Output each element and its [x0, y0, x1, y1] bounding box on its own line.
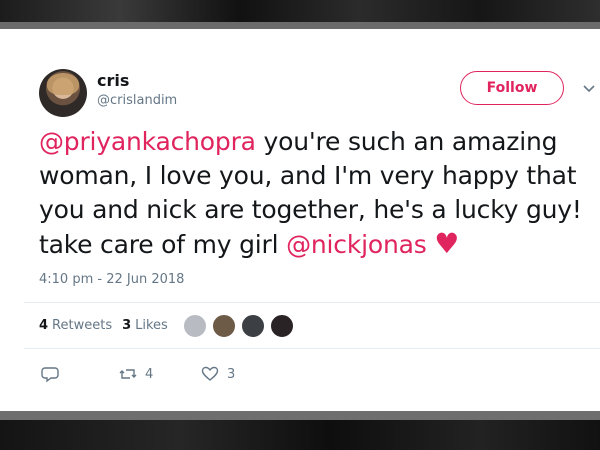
liker-avatar[interactable]: [270, 314, 294, 338]
liker-avatar[interactable]: [212, 314, 236, 338]
heart-icon: [201, 366, 219, 381]
follow-button[interactable]: Follow: [460, 71, 564, 105]
like-count: 3: [227, 366, 236, 382]
retweet-count: 4: [145, 366, 154, 382]
reply-icon: [41, 367, 59, 383]
likes-stat[interactable]: 3 Likes: [122, 318, 168, 333]
frame-border-top: [0, 22, 600, 29]
tweet-text: @priyankachopra you're such an amazing w…: [39, 125, 589, 262]
tweet-card: cris @crislandim Follow @priyankachopra …: [0, 29, 600, 411]
mention-link[interactable]: @priyankachopra: [39, 127, 256, 156]
chevron-down-icon[interactable]: [582, 81, 596, 95]
user-handle[interactable]: @crislandim: [97, 93, 177, 108]
avatar-hair: [47, 73, 79, 95]
mention-link[interactable]: @nickjonas: [286, 230, 427, 259]
avatar[interactable]: [39, 69, 87, 117]
heart-emoji: ♥: [434, 227, 460, 260]
background-photo-top: [0, 0, 600, 22]
divider: [24, 302, 600, 303]
retweets-count: 4: [39, 318, 49, 333]
liker-avatar[interactable]: [241, 314, 265, 338]
retweet-button[interactable]: 4: [119, 365, 153, 383]
display-name[interactable]: cris: [97, 71, 129, 90]
reply-button[interactable]: [41, 365, 67, 383]
like-button[interactable]: 3: [201, 365, 235, 383]
frame-border-bottom: [0, 411, 600, 420]
retweets-stat[interactable]: 4 Retweets: [39, 318, 112, 333]
tweet-stats: 4 Retweets 3 Likes: [39, 318, 178, 333]
likes-label: Likes: [135, 318, 168, 333]
retweet-icon: [119, 369, 137, 379]
background-photo-bottom: [0, 420, 600, 450]
liker-avatars: [183, 314, 299, 338]
likes-count: 3: [122, 318, 132, 333]
liker-avatar[interactable]: [183, 314, 207, 338]
divider: [24, 348, 600, 349]
timestamp[interactable]: 4:10 pm - 22 Jun 2018: [39, 272, 184, 287]
retweets-label: Retweets: [52, 318, 113, 333]
